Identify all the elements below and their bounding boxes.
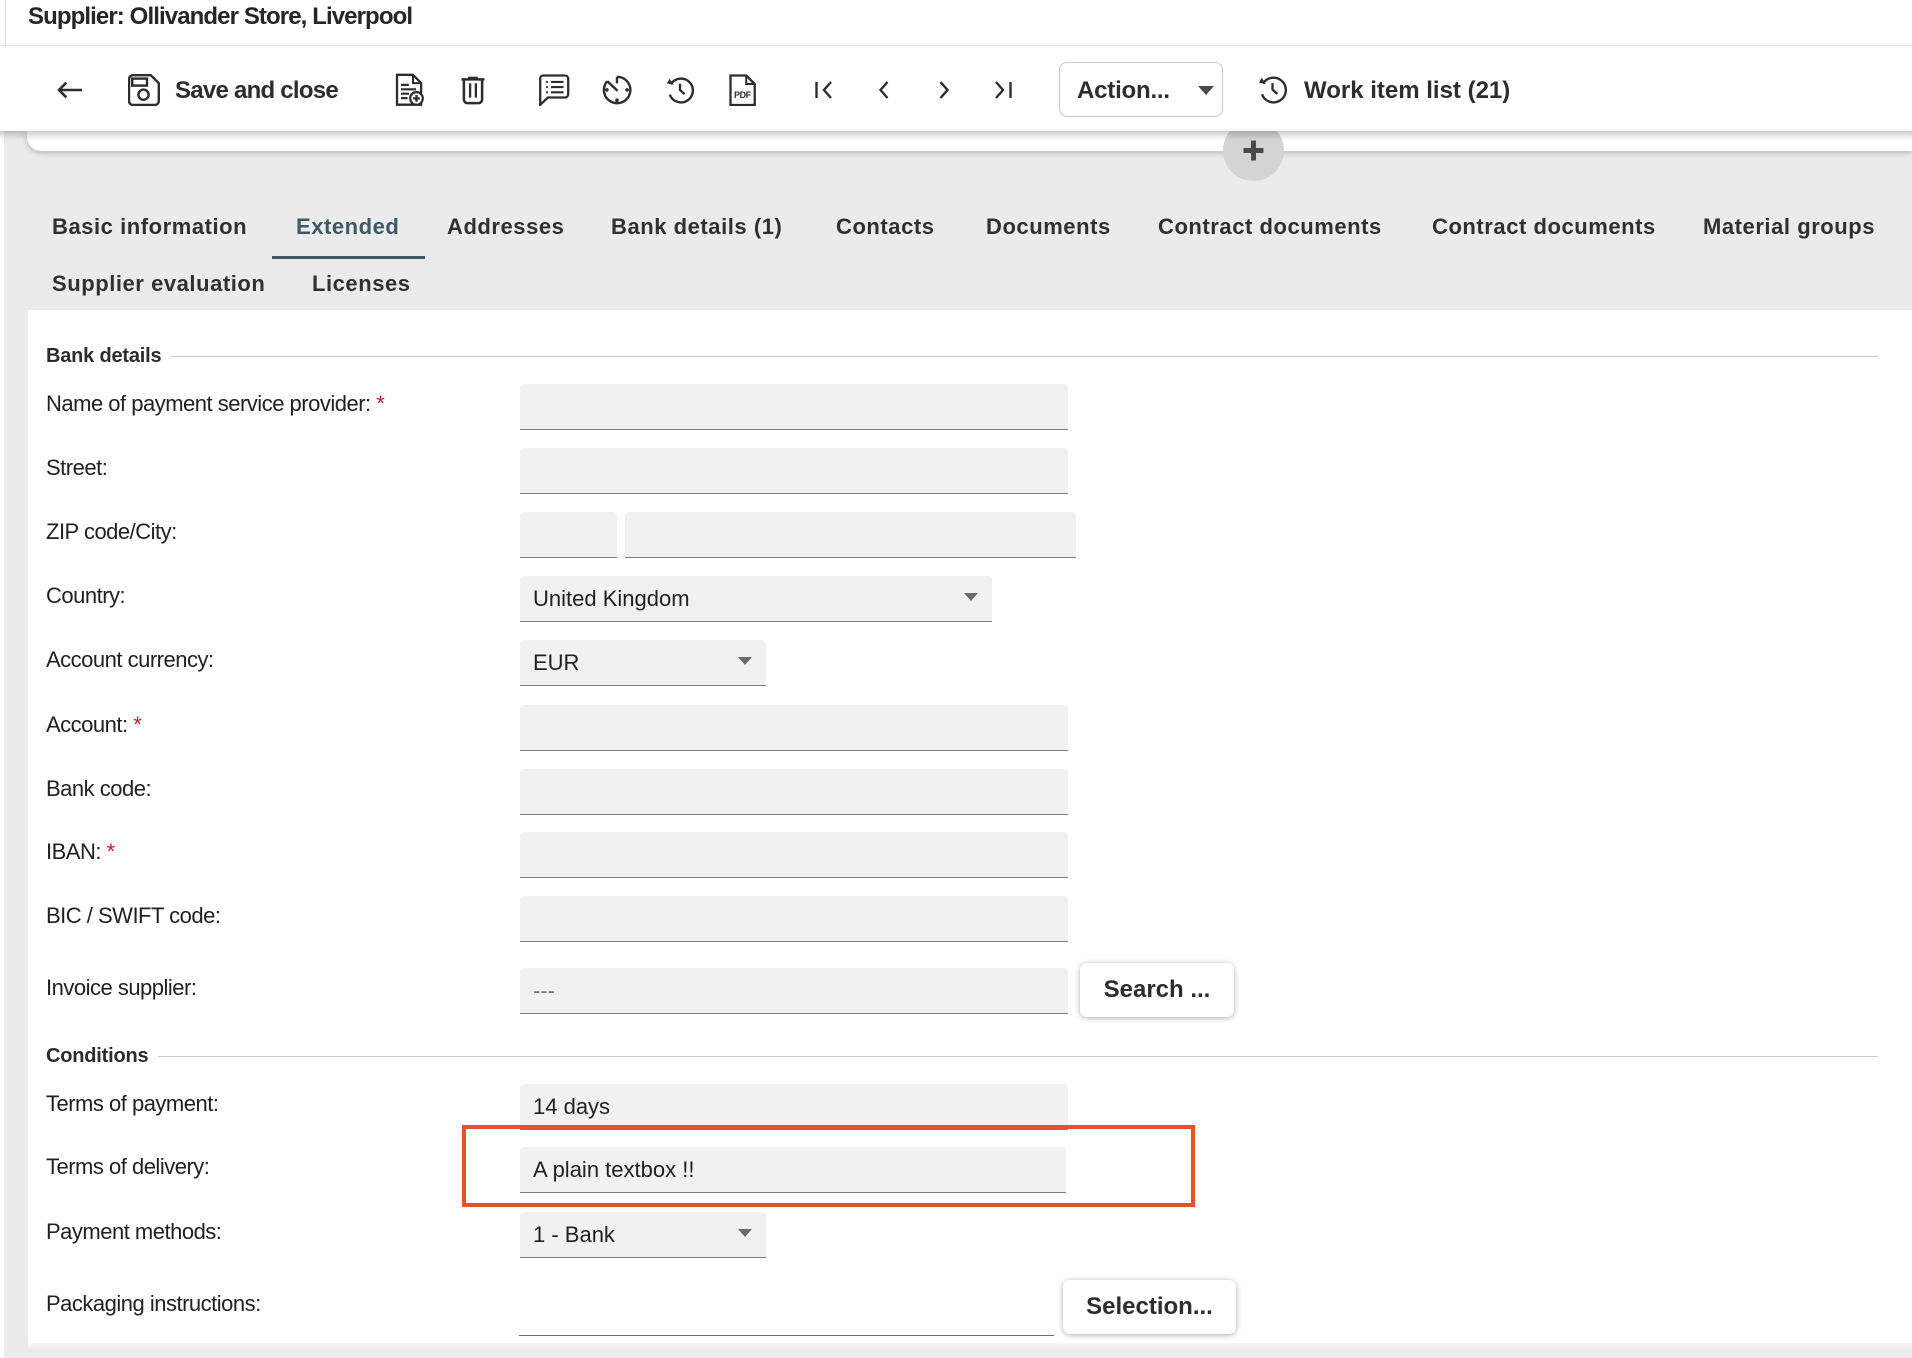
svg-text:PDF: PDF [734, 90, 752, 100]
